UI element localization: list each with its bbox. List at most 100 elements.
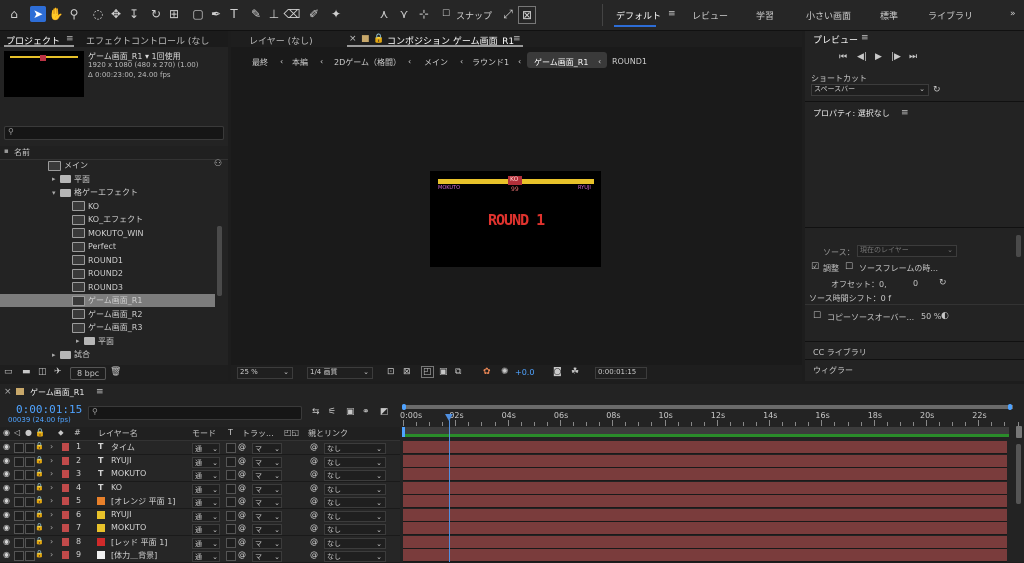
- layer-row[interactable]: ◉ 🔒 › 9 [体力＿背景] 通 ⌄ @ マ ⌄ @ なし ⌄: [0, 549, 400, 563]
- parent-pickwhip-icon[interactable]: @: [310, 483, 318, 492]
- close-tab-icon[interactable]: ×: [349, 34, 357, 44]
- anchor-tool-icon[interactable]: ⊞: [166, 6, 182, 22]
- breadcrumb-round1-comp[interactable]: ROUND1: [612, 57, 647, 66]
- expand-triangle-icon[interactable]: ›: [50, 537, 53, 546]
- bpc-button[interactable]: 8 bpc: [70, 367, 107, 380]
- audio-toggle[interactable]: [14, 537, 24, 548]
- text-tool-icon[interactable]: T: [226, 6, 242, 22]
- parent-dropdown[interactable]: なし ⌄: [324, 456, 386, 468]
- track-matte-dropdown[interactable]: マ ⌄: [252, 551, 282, 562]
- copy-source-checkbox[interactable]: ☐: [813, 311, 821, 321]
- project-item[interactable]: ▸ 平面: [0, 335, 215, 348]
- eye-icon[interactable]: ◉: [3, 496, 10, 505]
- matte-icon[interactable]: @: [238, 496, 246, 505]
- timeline-timecode[interactable]: 0:00:01:15: [16, 403, 82, 416]
- timeline-menu-icon[interactable]: ≡: [96, 387, 104, 397]
- solo-toggle[interactable]: [25, 537, 35, 548]
- layer-row[interactable]: ◉ 🔒 › 1 T タイム 通 ⌄ @ マ ⌄ @ なし ⌄: [0, 441, 400, 455]
- cc-library-title[interactable]: CC ライブラリ: [813, 347, 867, 358]
- preserve-transparency-toggle[interactable]: [226, 456, 236, 467]
- copy-source-pct[interactable]: 50 %: [921, 312, 941, 321]
- label-color[interactable]: [62, 456, 69, 465]
- interpret-footage-icon[interactable]: ▭: [4, 367, 13, 377]
- safe-margins-icon[interactable]: ⧉: [455, 367, 461, 377]
- track-matte-dropdown[interactable]: マ ⌄: [252, 456, 282, 468]
- layer-duration-bar[interactable]: [403, 508, 1007, 522]
- source-frame-checkbox[interactable]: ☐: [845, 262, 853, 272]
- parent-pickwhip-icon[interactable]: @: [310, 496, 318, 505]
- layer-row[interactable]: ◉ 🔒 › 8 [レッド 平面 1] 通 ⌄ @ マ ⌄ @ なし ⌄: [0, 535, 400, 550]
- workspace-default[interactable]: デフォルト: [616, 9, 661, 22]
- time-ruler[interactable]: 0:00s 02s 04s 06s 08s 10s 12s 14s 16s 18s 20s 22s: [400, 410, 1019, 426]
- work-area-start[interactable]: [402, 427, 405, 437]
- eye-icon[interactable]: ◉: [3, 483, 10, 492]
- project-item[interactable]: MOKUTO_WIN: [0, 227, 215, 240]
- eye-icon[interactable]: ◉: [3, 469, 10, 478]
- playhead-handle[interactable]: [445, 414, 453, 421]
- parent-dropdown[interactable]: なし ⌄: [324, 497, 386, 508]
- matte-icon[interactable]: @: [238, 550, 246, 559]
- track-matte-dropdown[interactable]: マ ⌄: [252, 497, 282, 508]
- project-item[interactable]: ▸ 平面: [0, 173, 215, 186]
- layer-name[interactable]: タイム: [111, 442, 135, 453]
- offset-value[interactable]: 0: [913, 279, 918, 288]
- comp-mini-flowchart-icon[interactable]: ⇆: [312, 407, 320, 417]
- project-item[interactable]: ROUND1: [0, 254, 215, 267]
- project-tab-menu-icon[interactable]: ≡: [66, 34, 74, 44]
- audio-toggle[interactable]: [14, 524, 24, 534]
- disclosure-triangle-icon[interactable]: ▾: [52, 189, 60, 197]
- eye-icon[interactable]: ◉: [3, 550, 10, 559]
- mode-dropdown[interactable]: 通 ⌄: [192, 483, 220, 495]
- timeline-vscrollbar[interactable]: [1016, 444, 1021, 504]
- layer-duration-bar[interactable]: [403, 441, 1007, 454]
- label-color[interactable]: [62, 470, 69, 478]
- pen-tool-icon[interactable]: ✒: [208, 6, 224, 22]
- eye-icon[interactable]: ◉: [3, 456, 10, 465]
- lock-icon[interactable]: 🔒: [373, 34, 384, 44]
- breadcrumb-round1[interactable]: ラウンド1: [472, 57, 509, 68]
- color-channels-icon[interactable]: ✿: [483, 367, 491, 377]
- properties-menu-icon[interactable]: ≡: [901, 108, 909, 118]
- layer-name[interactable]: [体力＿背景]: [111, 550, 157, 561]
- time-navigator[interactable]: [403, 405, 1013, 409]
- work-area-bar[interactable]: [403, 427, 1009, 437]
- track-matte-dropdown[interactable]: マ ⌄: [252, 470, 282, 481]
- parent-dropdown[interactable]: なし ⌄: [324, 443, 386, 454]
- mask-path-icon[interactable]: ◰: [421, 366, 434, 378]
- selection-tool-icon[interactable]: ➤: [30, 6, 46, 22]
- transparency-grid-icon[interactable]: ⊠: [403, 367, 411, 377]
- expand-triangle-icon[interactable]: ›: [50, 469, 53, 478]
- mode-dropdown[interactable]: 通 ⌄: [192, 510, 220, 522]
- layer-name[interactable]: MOKUTO: [111, 523, 146, 532]
- workspace-review[interactable]: レビュー: [692, 9, 728, 22]
- layer-name[interactable]: KO: [111, 483, 122, 492]
- matte-icon[interactable]: @: [238, 523, 246, 532]
- motion-blur-icon[interactable]: ⚭: [362, 407, 370, 417]
- project-item[interactable]: KO: [0, 200, 215, 213]
- axis-local-icon[interactable]: ⋏: [376, 6, 392, 22]
- label-color[interactable]: [62, 483, 69, 492]
- expand-triangle-icon[interactable]: ›: [50, 442, 53, 451]
- timeline-comp-name[interactable]: ゲーム画面_R1: [30, 387, 84, 398]
- solo-toggle[interactable]: [25, 470, 35, 480]
- audio-toggle[interactable]: [14, 483, 24, 494]
- axis-view-icon[interactable]: ⊹: [416, 6, 432, 22]
- prev-frame-icon[interactable]: ◀|: [857, 52, 867, 62]
- breadcrumb-main-story[interactable]: 本編: [292, 57, 308, 68]
- last-frame-icon[interactable]: ⏭: [909, 52, 917, 62]
- hand-tool-icon[interactable]: ✋: [48, 6, 64, 22]
- workspace-libraries[interactable]: ライブラリ: [928, 9, 973, 22]
- play-icon[interactable]: ▶: [875, 52, 882, 62]
- work-area-end-handle[interactable]: [1016, 426, 1022, 438]
- layer-row[interactable]: ◉ 🔒 › 6 RYUJI 通 ⌄ @ マ ⌄ @ なし ⌄: [0, 508, 400, 523]
- show-snapshot-icon[interactable]: ☘: [571, 367, 579, 377]
- parent-pickwhip-icon[interactable]: @: [310, 537, 318, 546]
- snap-grid-icon[interactable]: ⊠: [518, 6, 536, 24]
- roto-brush-icon[interactable]: ✐: [306, 6, 322, 22]
- close-timeline-icon[interactable]: ×: [4, 387, 12, 397]
- solo-toggle[interactable]: [25, 443, 35, 453]
- project-item[interactable]: ▸ 試合: [0, 348, 215, 361]
- clone-stamp-icon[interactable]: ⊥: [266, 6, 282, 22]
- parent-dropdown[interactable]: なし ⌄: [324, 510, 386, 522]
- solo-toggle[interactable]: [25, 524, 35, 534]
